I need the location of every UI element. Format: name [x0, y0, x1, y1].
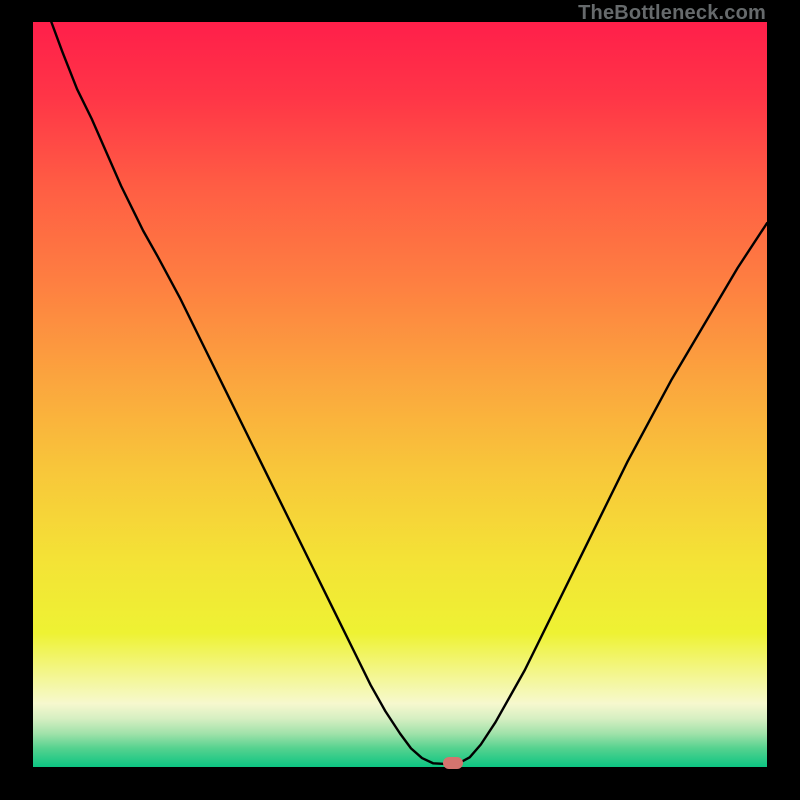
chart-stage: TheBottleneck.com — [0, 0, 800, 800]
chart-svg — [33, 22, 767, 767]
gradient-background — [33, 22, 767, 767]
chart-plot-area — [33, 22, 767, 767]
